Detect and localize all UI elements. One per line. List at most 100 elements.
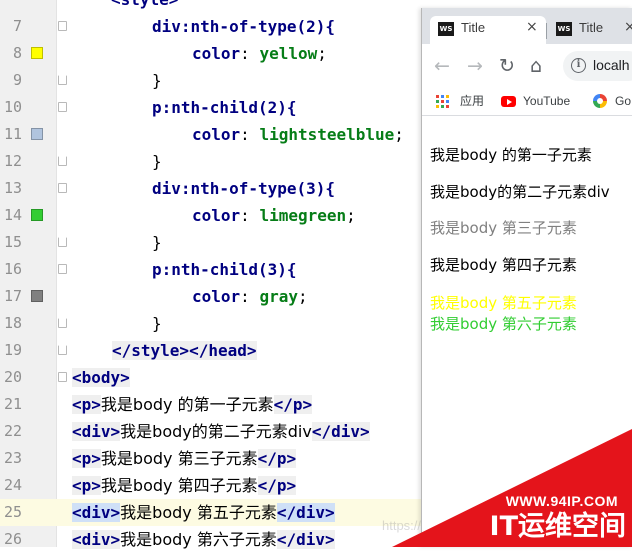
body-child-2: 我是body的第二子元素div (430, 183, 610, 201)
fold-start-icon[interactable] (58, 264, 67, 274)
tab-title: Title (461, 20, 486, 35)
code-token: </div> (276, 503, 335, 522)
code-token: <p> (72, 476, 101, 495)
code-token: </p> (257, 476, 297, 495)
url-text: localh (593, 57, 630, 73)
fold-end-icon[interactable] (58, 237, 67, 247)
code-text: </style></head> (112, 337, 257, 364)
fold-end-icon[interactable] (58, 345, 67, 355)
code-token: gray (259, 287, 298, 306)
info-icon[interactable]: i (571, 58, 586, 73)
code-token: <div> (72, 422, 121, 441)
code-token: ; (317, 44, 327, 63)
back-arrow-icon[interactable]: ← (434, 54, 450, 78)
color-swatch-icon[interactable] (31, 128, 43, 140)
code-text: } (152, 310, 162, 337)
code-text: <style> (111, 0, 178, 13)
browser-window: WS Title × WS Title × ← → ↻ ⌂ i localh 应… (421, 8, 632, 547)
body-child-3: 我是body 第三子元素 (430, 219, 577, 237)
code-token: <div> (72, 530, 121, 549)
color-swatch-icon[interactable] (31, 47, 43, 59)
forward-arrow-icon[interactable]: → (467, 54, 483, 78)
tab-separator (546, 23, 547, 39)
code-text: p:nth-child(2){ (152, 94, 297, 121)
line-number: 11 (3, 125, 22, 143)
reload-icon[interactable]: ↻ (499, 54, 515, 78)
line-number: 17 (3, 287, 22, 305)
code-token: p:nth-child(3){ (152, 260, 297, 279)
code-token: </div> (311, 422, 370, 441)
bookmark-google[interactable]: Go (615, 93, 631, 109)
code-token: } (152, 152, 162, 171)
code-token: 我是body 第三子元素 (100, 449, 258, 468)
line-number: 9 (12, 71, 22, 89)
code-token: div:nth-of-type(3){ (152, 179, 336, 198)
code-text: p:nth-child(3){ (152, 256, 297, 283)
line-number: 26 (3, 530, 22, 548)
fold-start-icon[interactable] (58, 102, 67, 112)
close-tab-icon[interactable]: × (624, 19, 632, 35)
line-number: 14 (3, 206, 22, 224)
youtube-icon (501, 96, 516, 107)
line-number: 10 (3, 98, 22, 116)
webstorm-icon: WS (438, 22, 454, 36)
line-number: 23 (3, 449, 22, 467)
code-token: 我是body 第四子元素 (100, 476, 258, 495)
code-token: yellow (259, 44, 318, 63)
code-text: } (152, 229, 162, 256)
color-swatch-icon[interactable] (31, 209, 43, 221)
bookmark-apps[interactable]: 应用 (460, 93, 484, 109)
close-tab-icon[interactable]: × (526, 19, 538, 35)
color-swatch-icon[interactable] (31, 290, 43, 302)
code-token: <p> (72, 449, 101, 468)
body-child-4: 我是body 第四子元素 (430, 256, 577, 274)
code-token: color (192, 44, 241, 63)
code-text: color: yellow; (192, 40, 327, 67)
code-text: color: limegreen; (192, 202, 356, 229)
code-token: </p> (257, 449, 297, 468)
body-child-6: 我是body 第六子元素 (430, 315, 577, 333)
code-token: color (192, 287, 241, 306)
browser-tab-2[interactable]: WS Title × (548, 16, 632, 44)
line-number: 25 (3, 503, 22, 521)
code-text: } (152, 67, 162, 94)
browser-tab-bar: WS Title × WS Title × (422, 8, 632, 44)
code-text: div:nth-of-type(2){ (152, 13, 335, 40)
code-token: color (192, 206, 241, 225)
code-token: </head> (189, 341, 257, 360)
browser-tab-1[interactable]: WS Title × (430, 16, 546, 44)
code-text: } (152, 148, 162, 175)
code-token: : (240, 287, 260, 306)
apps-grid-icon[interactable] (436, 95, 450, 109)
line-number: 18 (3, 314, 22, 332)
code-token: ; (394, 125, 404, 144)
bookmark-youtube[interactable]: YouTube (523, 93, 570, 109)
home-icon[interactable]: ⌂ (530, 54, 542, 78)
code-token: 我是body 的第一子元素 (100, 395, 274, 414)
code-token: : (240, 44, 260, 63)
fold-end-icon[interactable] (58, 318, 67, 328)
line-number: 7 (12, 17, 22, 35)
code-token: div:nth-of-type(2){ (152, 17, 336, 36)
fold-start-icon[interactable] (58, 372, 67, 382)
fold-end-icon[interactable] (58, 75, 67, 85)
code-token: : (240, 206, 260, 225)
code-token: </div> (276, 530, 335, 549)
body-child-5: 我是body 第五子元素 (430, 294, 577, 312)
code-token: 我是body 第五子元素 (120, 503, 277, 522)
code-text: color: gray; (192, 283, 308, 310)
code-text: <body> (72, 364, 130, 391)
code-text: <div>我是body 第五子元素</div> (72, 499, 335, 526)
fold-start-icon[interactable] (58, 183, 67, 193)
code-token: limegreen (259, 206, 347, 225)
code-token: 我是body的第二子元素div (120, 422, 312, 441)
code-token: : (240, 125, 260, 144)
fold-start-icon[interactable] (58, 21, 67, 31)
line-number: 8 (12, 44, 22, 62)
code-text: div:nth-of-type(3){ (152, 175, 335, 202)
line-number: 22 (3, 422, 22, 440)
code-token: } (152, 233, 162, 252)
fold-end-icon[interactable] (58, 156, 67, 166)
address-bar[interactable]: i localh (563, 51, 632, 81)
body-child-1: 我是body 的第一子元素 (430, 146, 592, 164)
